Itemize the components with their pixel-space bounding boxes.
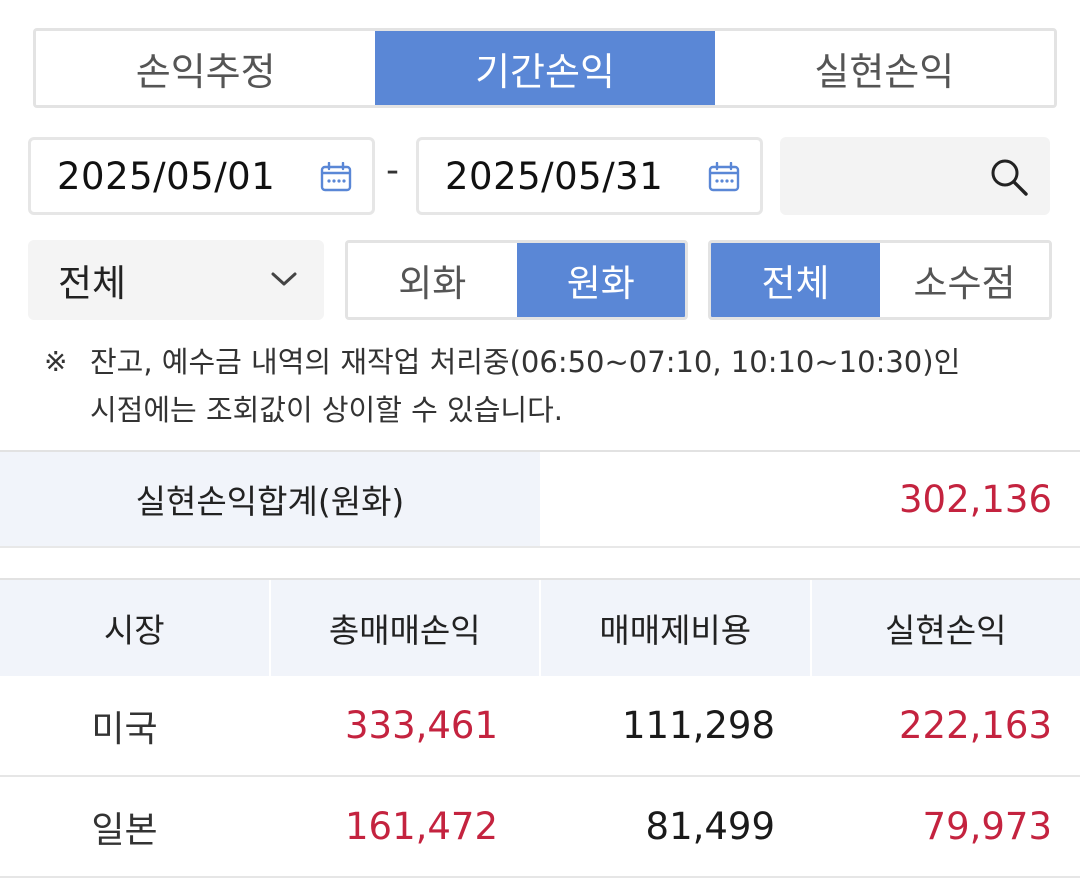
calendar-icon[interactable] [708, 162, 740, 192]
start-date-field[interactable]: 2025/05/01 [28, 137, 375, 215]
end-date-field[interactable]: 2025/05/31 [416, 137, 763, 215]
cell-trading-cost: 81,499 [645, 805, 775, 848]
realized-total-summary: 실현손익합계(원화) 302,136 [0, 450, 1080, 548]
cell-market: 미국 [91, 708, 158, 750]
table-header: 시장 총매매손익 매매제비용 실현손익 [0, 578, 1080, 676]
header-market: 시장 [0, 580, 271, 676]
currency-toggle: 외화 원화 [345, 240, 688, 320]
cell-gross-profit: 333,461 [344, 704, 498, 747]
currency-option-foreign[interactable]: 외화 [348, 243, 517, 317]
end-date-text: 2025/05/31 [445, 154, 664, 198]
tab-period-profit[interactable]: 기간손익 [375, 31, 715, 105]
decimal-toggle: 전체 소수점 [708, 240, 1052, 320]
cell-market: 일본 [91, 809, 158, 851]
notice-mark: ※ [44, 345, 68, 378]
notice-line-1: 잔고, 예수금 내역의 재작업 처리중(06:50~07:10, 10:10~1… [90, 345, 961, 379]
search-icon [991, 159, 1028, 196]
search-button[interactable] [780, 137, 1050, 215]
account-select-value: 전체 [58, 262, 127, 305]
tab-realized-profit[interactable]: 실현손익 [714, 31, 1054, 105]
decimal-option-fraction[interactable]: 소수점 [880, 243, 1049, 317]
market-profit-table: 시장 총매매손익 매매제비용 실현손익 미국 333,461 111,298 2… [0, 578, 1080, 878]
header-trading-cost: 매매제비용 [541, 580, 812, 676]
chevron-down-icon [271, 272, 297, 286]
date-separator: - [386, 150, 399, 191]
summary-value: 302,136 [898, 477, 1052, 521]
header-gross-profit: 총매매손익 [271, 580, 541, 676]
tab-profit-estimate[interactable]: 손익추정 [36, 31, 376, 105]
notice-text: ※ 잔고, 예수금 내역의 재작업 처리중(06:50~07:10, 10:10… [44, 338, 1054, 434]
main-tabs: 손익추정 기간손익 실현손익 [33, 28, 1057, 108]
cell-trading-cost: 111,298 [621, 704, 775, 747]
summary-label: 실현손익합계(원화) [0, 452, 540, 546]
decimal-option-all[interactable]: 전체 [711, 243, 880, 317]
table-row[interactable]: 미국 333,461 111,298 222,163 [0, 676, 1080, 777]
notice-line-2: 시점에는 조회값이 상이할 수 있습니다. [90, 393, 563, 427]
table-row[interactable]: 일본 161,472 81,499 79,973 [0, 777, 1080, 878]
header-realized-profit: 실현손익 [885, 611, 1007, 650]
calendar-icon[interactable] [320, 162, 352, 192]
cell-realized-profit: 79,973 [922, 805, 1052, 848]
period-profit-screen: 손익추정 기간손익 실현손익 2025/05/01 - 2025/05/31 전… [0, 0, 1080, 893]
cell-realized-profit: 222,163 [898, 704, 1052, 747]
cell-gross-profit: 161,472 [344, 805, 498, 848]
start-date-text: 2025/05/01 [57, 154, 276, 198]
currency-option-krw[interactable]: 원화 [516, 243, 685, 317]
account-select[interactable]: 전체 [28, 240, 324, 320]
